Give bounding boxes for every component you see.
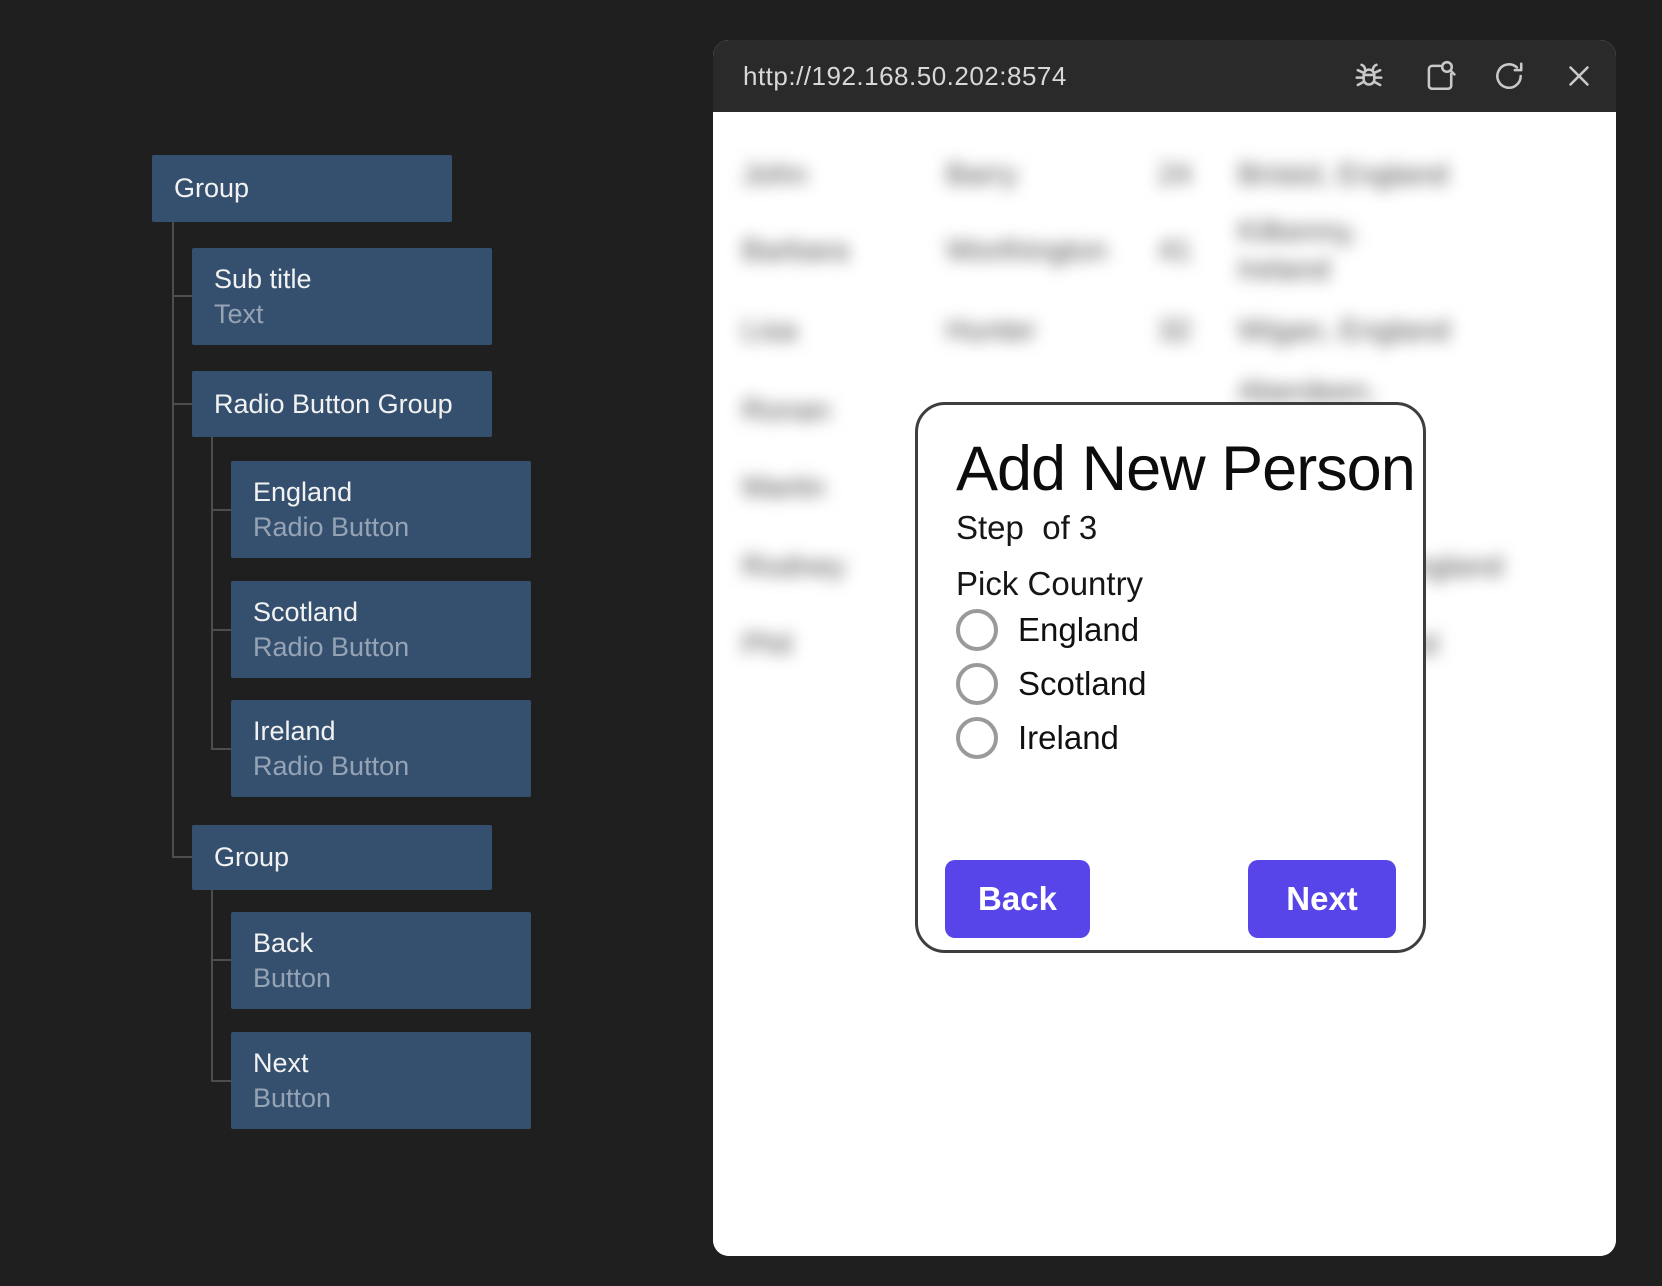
next-button[interactable]: Next <box>1248 860 1396 938</box>
titlebar-icons <box>1352 40 1596 112</box>
tree-node-back[interactable]: Back Button <box>231 912 531 1009</box>
cell-location: Wigan, England <box>1238 312 1568 350</box>
tree-connector <box>172 856 192 858</box>
tree-node-label: Ireland <box>253 714 531 749</box>
radio-option-england[interactable]: England <box>956 609 1146 651</box>
tree-node-type: Button <box>253 961 531 996</box>
cell-age: 32 <box>1158 314 1238 348</box>
browser-titlebar: http://192.168.50.202:8574 <box>713 40 1616 112</box>
table-row: Lisa Hunter 32 Wigan, England <box>742 306 1568 356</box>
tree-node-type: Radio Button <box>253 510 531 545</box>
cell-last-name: Barry <box>946 158 1158 192</box>
tree-node-ireland[interactable]: Ireland Radio Button <box>231 700 531 797</box>
cell-age: 24 <box>1158 158 1238 192</box>
tree-node-label: England <box>253 475 531 510</box>
tree-node-group-buttons[interactable]: Group <box>192 825 492 890</box>
radio-button-scotland[interactable] <box>956 663 998 705</box>
cell-location: Kilkenny, Ireland <box>1238 213 1568 289</box>
tree-node-label: Group <box>174 171 452 206</box>
tree-node-label: Sub title <box>214 262 492 297</box>
cell-first-name: Lisa <box>742 314 946 348</box>
cell-last-name: Hunter <box>946 314 1158 348</box>
reload-icon[interactable] <box>1492 59 1526 93</box>
tree-node-radio-button-group[interactable]: Radio Button Group <box>192 371 492 437</box>
add-new-person-dialog: Add New Person Step of 3 Pick Country En… <box>915 402 1426 953</box>
radio-button-ireland[interactable] <box>956 717 998 759</box>
close-icon[interactable] <box>1562 59 1596 93</box>
radio-label: Scotland <box>1018 665 1146 703</box>
inspect-icon[interactable] <box>1422 59 1456 93</box>
tree-connector <box>211 509 231 511</box>
screen: Group Sub title Text Radio Button Group … <box>0 0 1662 1286</box>
back-button[interactable]: Back <box>945 860 1090 938</box>
tree-node-next[interactable]: Next Button <box>231 1032 531 1129</box>
cell-age: 41 <box>1158 234 1238 268</box>
tree-node-scotland[interactable]: Scotland Radio Button <box>231 581 531 678</box>
tree-node-type: Radio Button <box>253 630 531 665</box>
tree-connector <box>172 222 174 857</box>
browser-window: http://192.168.50.202:8574 <box>713 40 1616 1256</box>
tree-node-england[interactable]: England Radio Button <box>231 461 531 558</box>
tree-node-label: Group <box>214 840 492 875</box>
tree-connector <box>172 403 192 405</box>
tree-node-type: Text <box>214 297 492 332</box>
radio-label: England <box>1018 611 1139 649</box>
tree-node-type: Button <box>253 1081 531 1116</box>
tree-connector <box>211 748 231 750</box>
table-row: Barbara Worthington 41 Kilkenny, Ireland <box>742 212 1568 290</box>
tree-node-label: Scotland <box>253 595 531 630</box>
bug-icon[interactable] <box>1352 59 1386 93</box>
tree-node-group-root[interactable]: Group <box>152 155 452 222</box>
radio-label: Ireland <box>1018 719 1119 757</box>
tree-node-label: Next <box>253 1046 531 1081</box>
tree-node-label: Radio Button Group <box>214 387 492 422</box>
step-indicator: Step of 3 <box>956 509 1097 547</box>
section-label: Pick Country <box>956 565 1143 603</box>
cell-first-name: Barbara <box>742 234 946 268</box>
tree-connector <box>172 295 192 297</box>
table-row: John Barry 24 Bristol, England <box>742 150 1568 200</box>
tree-connector <box>211 629 231 631</box>
radio-option-scotland[interactable]: Scotland <box>956 663 1146 705</box>
dialog-title: Add New Person <box>956 433 1415 505</box>
radio-option-ireland[interactable]: Ireland <box>956 717 1146 759</box>
tree-node-label: Back <box>253 926 531 961</box>
tree-node-type: Radio Button <box>253 749 531 784</box>
tree-connector <box>211 1080 231 1082</box>
country-radio-group: England Scotland Ireland <box>956 609 1146 771</box>
web-page: John Barry 24 Bristol, England Barbara W… <box>713 112 1616 1256</box>
cell-location: Bristol, England <box>1238 156 1568 194</box>
cell-last-name: Worthington <box>946 234 1158 268</box>
cell-first-name: John <box>742 158 946 192</box>
tree-node-subtitle[interactable]: Sub title Text <box>192 248 492 345</box>
radio-button-england[interactable] <box>956 609 998 651</box>
tree-connector <box>211 437 213 749</box>
url-bar[interactable]: http://192.168.50.202:8574 <box>743 61 1067 92</box>
tree-connector <box>211 890 213 1081</box>
tree-connector <box>211 959 231 961</box>
